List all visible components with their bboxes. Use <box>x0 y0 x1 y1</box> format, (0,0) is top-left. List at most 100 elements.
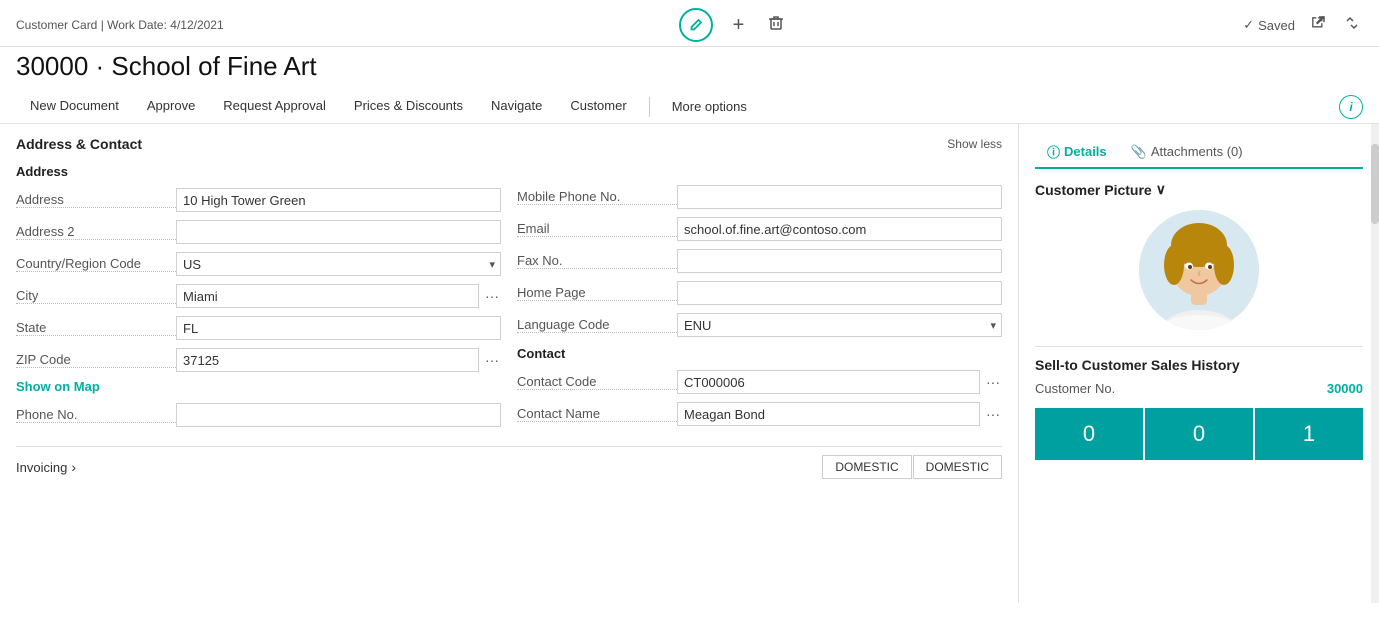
contact-group-title: Contact <box>517 346 1002 361</box>
toolbar-right: ✓ Saved <box>1243 12 1363 39</box>
nav-approve[interactable]: Approve <box>133 90 209 123</box>
address-value <box>176 188 501 212</box>
domestic-button-1[interactable]: DOMESTIC <box>822 455 911 479</box>
email-value <box>677 217 1002 241</box>
zip-value: ··· <box>176 348 501 372</box>
mobile-label: Mobile Phone No. <box>517 189 677 205</box>
zip-label: ZIP Code <box>16 352 176 368</box>
avatar-container <box>1035 210 1363 330</box>
customer-no-row: Customer No. 30000 <box>1035 381 1363 396</box>
address2-value <box>176 220 501 244</box>
customer-picture-header[interactable]: Customer Picture ∨ <box>1035 181 1363 198</box>
show-on-map-button[interactable]: Show on Map <box>16 379 501 394</box>
zip-ellipsis-button[interactable]: ··· <box>483 352 501 368</box>
customer-no-value[interactable]: 30000 <box>1327 381 1363 396</box>
homepage-value <box>677 281 1002 305</box>
homepage-label: Home Page <box>517 285 677 301</box>
phone-label: Phone No. <box>16 407 176 423</box>
info-button[interactable]: i <box>1339 95 1363 119</box>
contact-name-ellipsis-button[interactable]: ··· <box>984 406 1002 422</box>
customer-no-label: Customer No. <box>1035 381 1115 396</box>
country-field-row: Country/Region Code US ▾ <box>16 251 501 277</box>
state-field-row: State <box>16 315 501 341</box>
email-input[interactable] <box>677 217 1002 241</box>
mobile-field-row: Mobile Phone No. <box>517 184 1002 210</box>
contact-code-input[interactable] <box>677 370 980 394</box>
address2-field-row: Address 2 <box>16 219 501 245</box>
collapse-button[interactable] <box>1341 12 1363 39</box>
state-label: State <box>16 320 176 336</box>
stats-row: 0 0 1 <box>1035 408 1363 460</box>
language-select-wrapper: ENU ▾ <box>677 313 1002 337</box>
stat-box-2[interactable]: 1 <box>1255 408 1363 460</box>
delete-button[interactable] <box>764 11 788 40</box>
nav-prices-discounts[interactable]: Prices & Discounts <box>340 90 477 123</box>
contact-code-value: ··· <box>677 370 1002 394</box>
language-value: ENU ▾ <box>677 313 1002 337</box>
attachments-icon: 📎 <box>1131 144 1147 160</box>
phone-input[interactable] <box>176 403 501 427</box>
phone-field-row: Phone No. <box>16 402 501 428</box>
detail-tabs: ⓘ Details 📎 Attachments (0) <box>1035 136 1363 169</box>
fax-value <box>677 249 1002 273</box>
nav-more-options[interactable]: More options <box>658 91 761 122</box>
city-input[interactable] <box>176 284 479 308</box>
country-value: US ▾ <box>176 252 501 276</box>
homepage-input[interactable] <box>677 281 1002 305</box>
mobile-input[interactable] <box>677 185 1002 209</box>
nav-customer[interactable]: Customer <box>556 90 640 123</box>
contact-name-input[interactable] <box>677 402 980 426</box>
language-field-row: Language Code ENU ▾ <box>517 312 1002 338</box>
divider <box>1035 346 1363 347</box>
email-label: Email <box>517 221 677 237</box>
avatar-svg <box>1139 210 1259 330</box>
contact-name-label: Contact Name <box>517 406 677 422</box>
contact-name-field-row: Contact Name ··· <box>517 401 1002 427</box>
address2-input[interactable] <box>176 220 501 244</box>
section-title: Address & Contact <box>16 136 142 152</box>
edit-button[interactable] <box>679 8 713 42</box>
contact-name-value: ··· <box>677 402 1002 426</box>
language-select[interactable]: ENU <box>677 313 1002 337</box>
contact-code-label: Contact Code <box>517 374 677 390</box>
stat-box-0[interactable]: 0 <box>1035 408 1143 460</box>
show-less-button[interactable]: Show less <box>947 137 1002 151</box>
add-button[interactable]: + <box>729 10 749 41</box>
nav-navigate[interactable]: Navigate <box>477 90 556 123</box>
country-select-wrapper: US ▾ <box>176 252 501 276</box>
phone-value <box>176 403 501 427</box>
domestic-button-2[interactable]: DOMESTIC <box>913 455 1002 479</box>
fax-field-row: Fax No. <box>517 248 1002 274</box>
homepage-field-row: Home Page <box>517 280 1002 306</box>
right-panel: ⓘ Details 📎 Attachments (0) Customer Pic… <box>1019 124 1379 603</box>
address-input[interactable] <box>176 188 501 212</box>
address-group-title: Address <box>16 164 501 179</box>
zip-input[interactable] <box>176 348 479 372</box>
right-scrollbar[interactable] <box>1371 124 1379 603</box>
breadcrumb: Customer Card | Work Date: 4/12/2021 <box>16 18 224 32</box>
language-label: Language Code <box>517 317 677 333</box>
chevron-right-icon: › <box>71 459 76 475</box>
sales-history-title: Sell-to Customer Sales History <box>1035 357 1363 373</box>
fax-label: Fax No. <box>517 253 677 269</box>
state-input[interactable] <box>176 316 501 340</box>
open-in-new-button[interactable] <box>1307 12 1329 39</box>
tab-details[interactable]: ⓘ Details <box>1035 136 1119 169</box>
contact-code-ellipsis-button[interactable]: ··· <box>984 374 1002 390</box>
address-form: Address Address Address 2 <box>16 164 1002 434</box>
nav-request-approval[interactable]: Request Approval <box>209 90 340 123</box>
zip-field-row: ZIP Code ··· <box>16 347 501 373</box>
address-label: Address <box>16 192 176 208</box>
invoicing-label[interactable]: Invoicing › <box>16 459 76 475</box>
nav-new-document[interactable]: New Document <box>16 90 133 123</box>
form-col-right: Mobile Phone No. Email Fax No. <box>517 164 1002 434</box>
section-header: Address & Contact Show less <box>16 136 1002 152</box>
tab-attachments[interactable]: 📎 Attachments (0) <box>1119 136 1255 167</box>
country-select[interactable]: US <box>176 252 501 276</box>
tag-buttons: DOMESTIC DOMESTIC <box>822 455 1002 479</box>
city-ellipsis-button[interactable]: ··· <box>483 288 501 304</box>
stat-box-1[interactable]: 0 <box>1145 408 1253 460</box>
fax-input[interactable] <box>677 249 1002 273</box>
avatar <box>1139 210 1259 330</box>
nav-bar: New Document Approve Request Approval Pr… <box>0 90 1379 124</box>
